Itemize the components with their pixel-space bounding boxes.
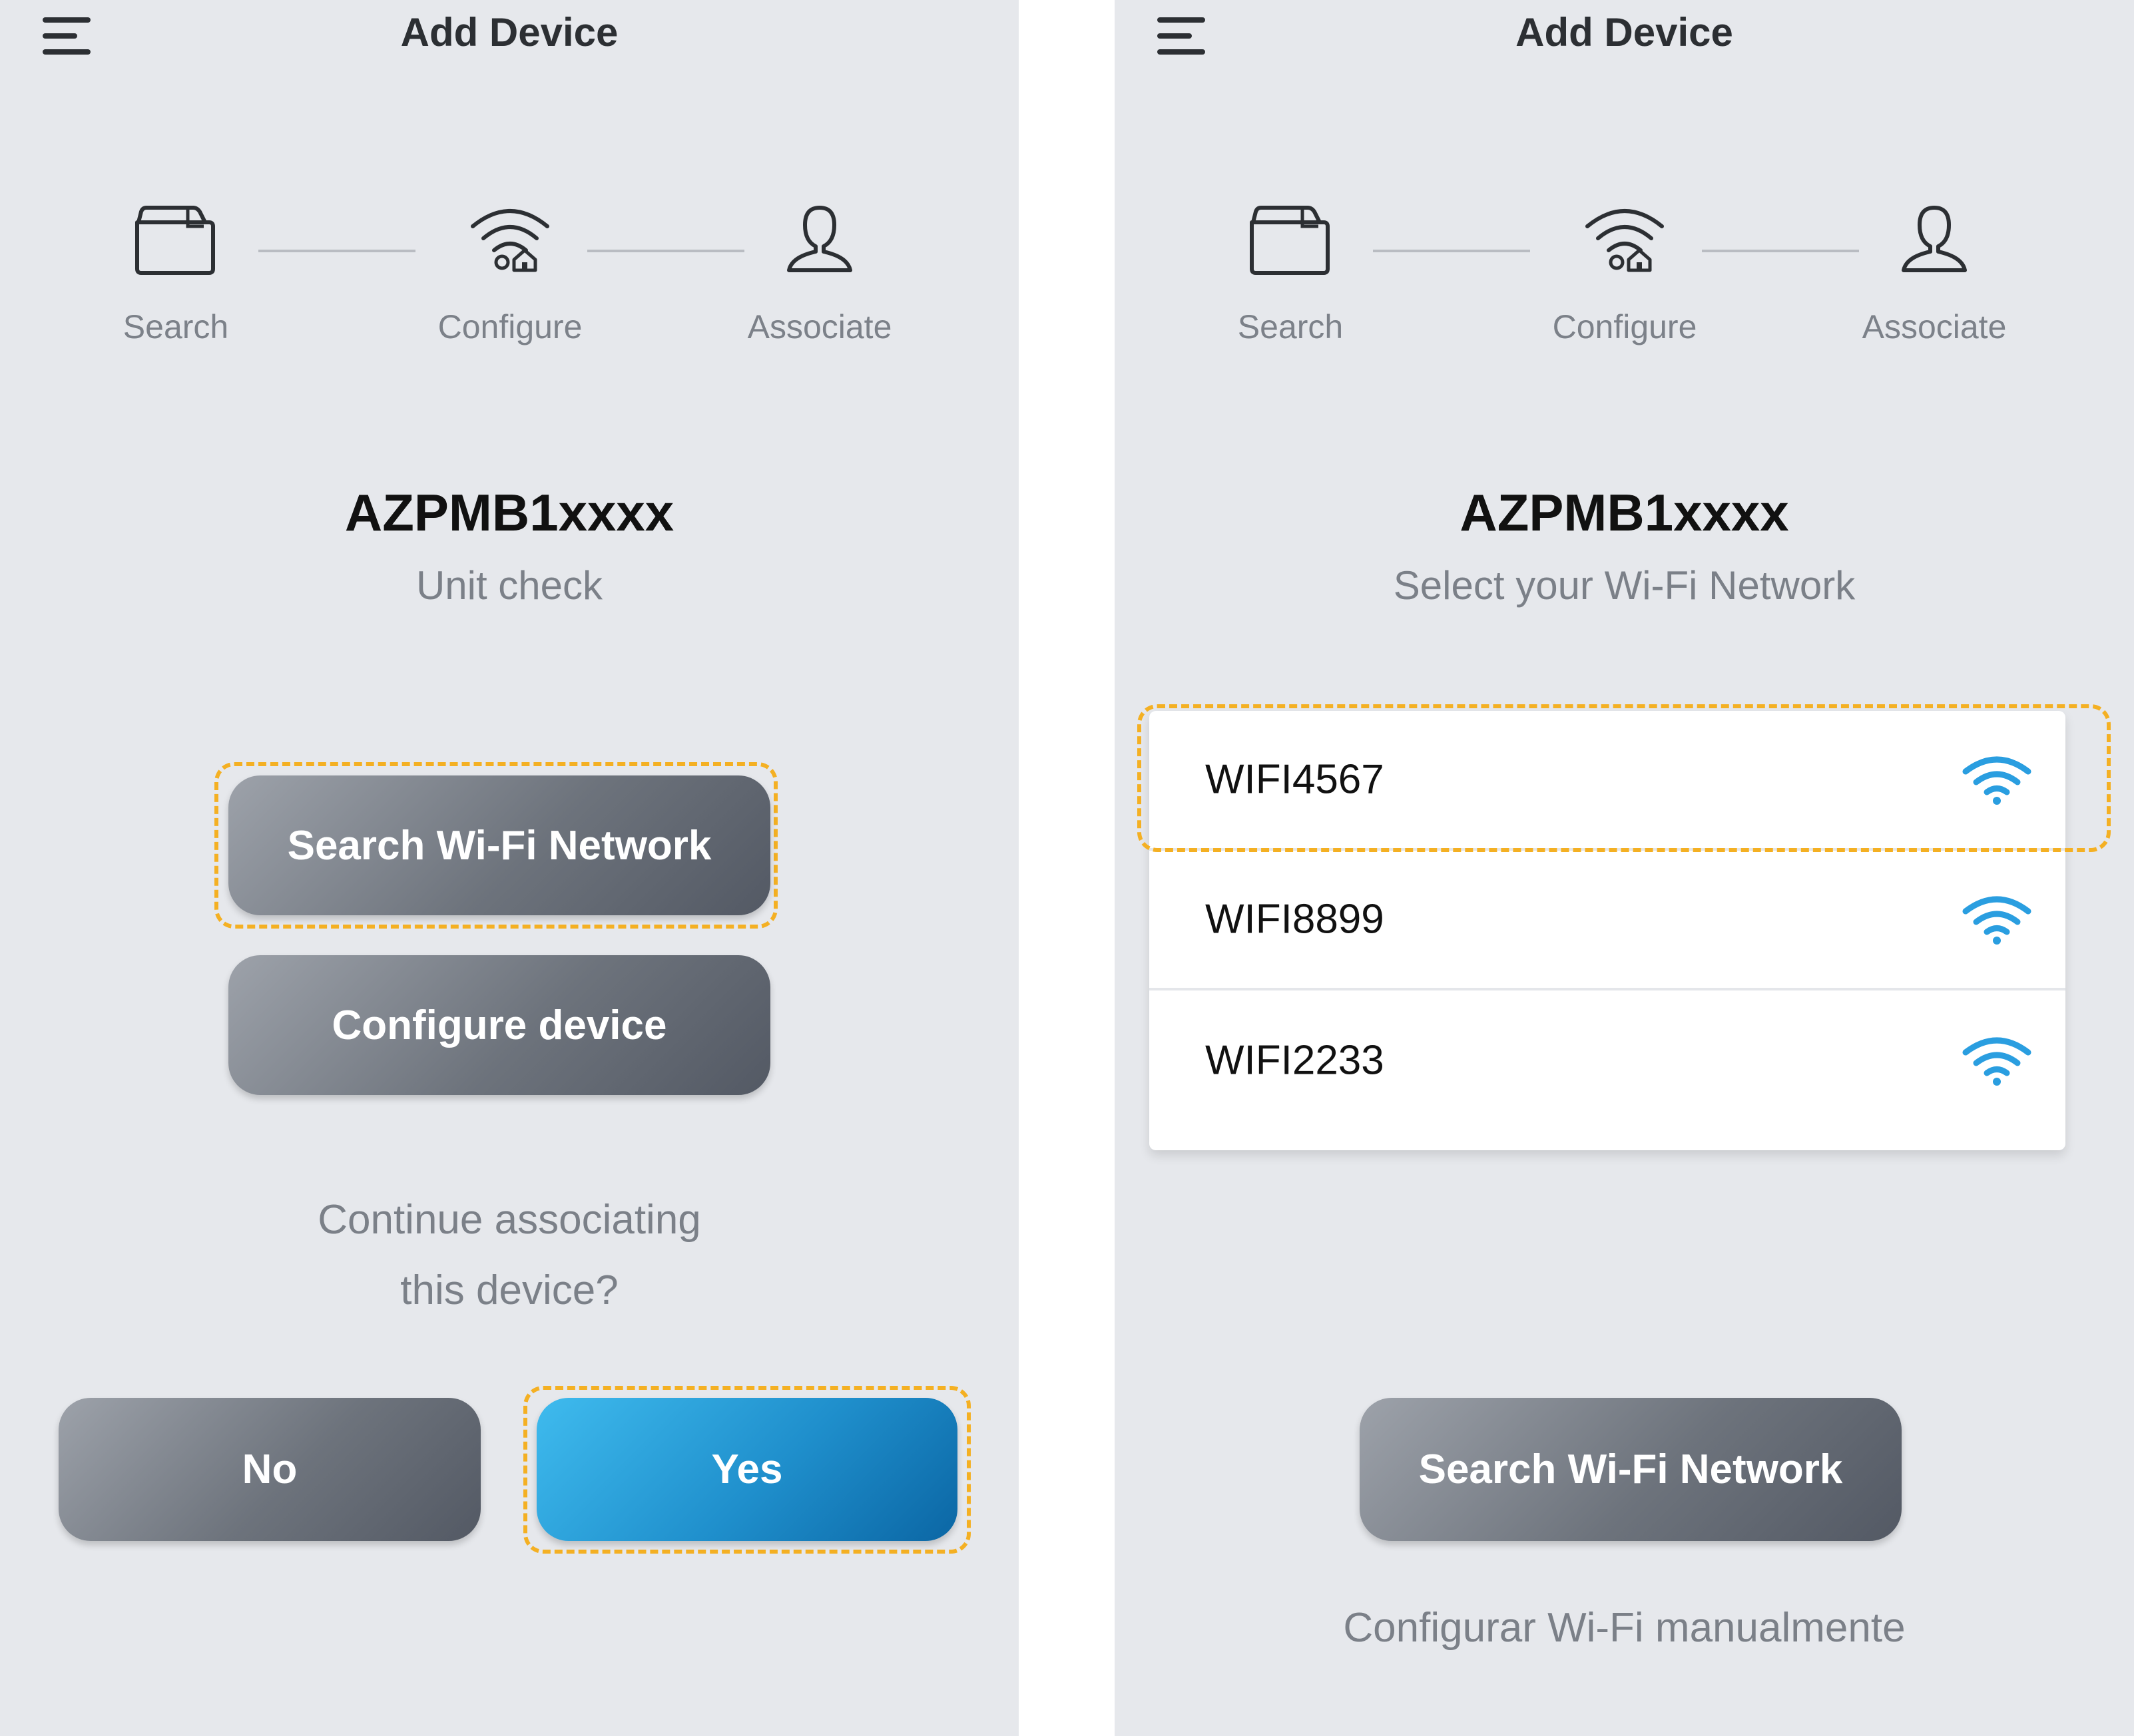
wifi-home-icon [471,209,549,272]
no-button[interactable]: No [59,1398,481,1541]
associate-question: Continue associating this device? [0,1185,1019,1326]
step-label-configure: Configure [437,308,583,345]
step-connector [1373,250,1530,252]
page-title: Add Device [400,10,619,55]
page-subtitle: Unit check [415,563,603,608]
search-wifi-button[interactable]: Search Wi-Fi Network [1360,1398,1902,1541]
yes-button[interactable]: Yes [537,1398,957,1541]
progress-stepper: Search Configure Associate [1115,200,2134,373]
step-label-associate: Associate [747,308,892,345]
device-name: AZPMB1xxxx [1460,483,1789,542]
progress-stepper: Search Configure Associate [0,200,1019,373]
wifi-ssid: WIFI2233 [1205,1037,1384,1084]
step-configure: Configure [403,200,617,346]
search-wifi-button[interactable]: Search Wi-Fi Network [228,775,770,915]
step-label-search: Search [1237,308,1344,345]
step-label-search: Search [123,308,229,345]
step-associate: Associate [713,200,926,346]
unit-check-screen: Add Device Search Configure Associate AZ… [0,0,1019,1736]
device-name: AZPMB1xxxx [344,483,674,542]
wifi-signal-icon [1962,1037,2031,1086]
wifi-network-item[interactable]: WIFI8899 [1149,851,2065,990]
step-label-associate: Associate [1862,308,2007,345]
wifi-signal-icon [1962,896,2031,945]
page-title: Add Device [1515,10,1733,55]
user-icon [1902,206,1967,272]
folder-icon [1250,206,1330,275]
question-line-1: Continue associating [318,1197,701,1243]
step-search: Search [1184,200,1397,346]
step-associate: Associate [1828,200,2041,346]
configure-device-button[interactable]: Configure device [228,955,770,1095]
step-configure: Configure [1518,200,1731,346]
wifi-ssid: WIFI8899 [1205,896,1384,943]
page-subtitle: Select your Wi-Fi Network [1393,563,1856,608]
select-wifi-screen: Add Device Search Configure Associate AZ… [1115,0,2134,1736]
wifi-home-icon [1585,209,1664,272]
user-icon [787,206,852,272]
step-search: Search [69,200,282,346]
wifi-network-item[interactable]: WIFI2233 [1149,990,2065,1130]
question-line-2: this device? [400,1267,619,1313]
folder-icon [135,206,215,275]
step-label-configure: Configure [1552,308,1697,345]
highlight-outline [1137,704,2111,852]
step-connector [258,250,415,252]
manual-wifi-link[interactable]: Configurar Wi-Fi manualmente [1115,1604,2134,1651]
